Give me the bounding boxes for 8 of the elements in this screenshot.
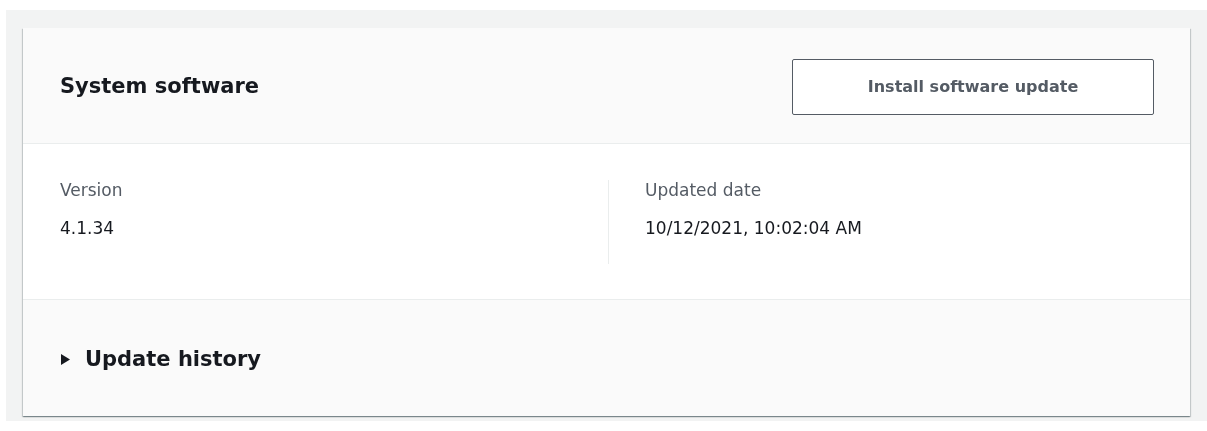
- panel-title: System software: [60, 73, 260, 98]
- caret-icon: [60, 352, 71, 366]
- field-label: Updated date: [645, 180, 763, 200]
- field-value: 4.1.34: [60, 218, 116, 238]
- expander-toggle[interactable]: Update history: [60, 347, 262, 371]
- field-label: Version: [60, 180, 124, 200]
- field-value: 10/12/2021, 10:02:04 AM: [645, 218, 862, 238]
- install-update-button[interactable]: Install software update: [792, 58, 1154, 115]
